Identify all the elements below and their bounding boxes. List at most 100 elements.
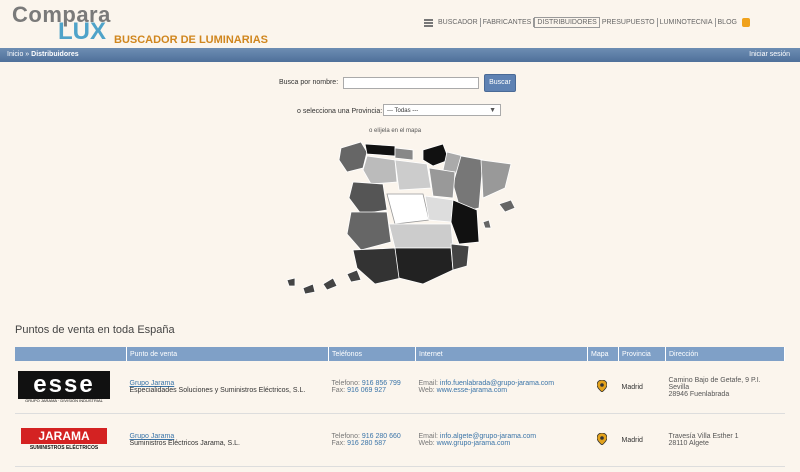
table-header-internet: Internet	[415, 347, 588, 361]
province-label: o selecciona una Provincia:	[297, 108, 383, 115]
fax-label: Fax:	[331, 440, 346, 447]
internet-cell: Email: info.fuenlabrada@grupo-jarama.com…	[415, 361, 588, 414]
esse-logo[interactable]: esse GRUPO JARAMA · DIVISIÓN INDUSTRIAL	[18, 371, 112, 403]
map-region-canary[interactable]	[286, 269, 362, 295]
search-button[interactable]: Buscar	[484, 74, 516, 92]
menu-icon[interactable]	[424, 18, 433, 27]
map-label: o elíjela en el mapa	[369, 128, 422, 134]
seller-cell: Grupo Jarama Especialidades Soluciones y…	[126, 361, 329, 414]
esse-logo-subtext: GRUPO JARAMA · DIVISIÓN INDUSTRIAL	[25, 398, 103, 403]
address-line-2: 28110 Algete	[668, 440, 709, 447]
section-title: Puntos de venta en toda España	[15, 324, 175, 336]
nav-distribuidores[interactable]: DISTRIBUIDORES	[534, 17, 600, 28]
nav-blog[interactable]: BLOG	[716, 18, 739, 27]
esse-logo-text: esse	[18, 371, 110, 399]
chevron-down-icon: ▼	[489, 107, 496, 114]
map-region-galicia[interactable]	[338, 141, 368, 173]
map-region-soria[interactable]	[428, 167, 456, 199]
address-cell: Camino Bajo de Getafe, 9 P.I. Sevilla 28…	[665, 361, 785, 414]
seller-name-link[interactable]: Grupo Jarama	[130, 433, 326, 440]
email-label: Email:	[418, 433, 438, 440]
table-header-direccion: Dirección	[665, 347, 785, 361]
nav-luminotecnia[interactable]: LUMINOTECNIA	[658, 18, 716, 27]
email-link[interactable]: info.fuenlabrada@grupo-jarama.com	[440, 380, 554, 387]
province-select[interactable]: --- Todas --- ▼	[383, 104, 501, 116]
email-link[interactable]: info.algete@grupo-jarama.com	[440, 433, 536, 440]
fax-label: Fax:	[331, 387, 346, 394]
logo-cell[interactable]: esse GRUPO JARAMA · DIVISIÓN INDUSTRIAL	[15, 361, 127, 414]
table-header-row: Punto de venta Teléfonos Internet Mapa P…	[15, 347, 785, 361]
seller-cell: Grupo Jarama Suministros Eléctricos Jara…	[126, 413, 329, 467]
map-region-guadalajara[interactable]	[424, 195, 454, 223]
web-link[interactable]: www.grupo-jarama.com	[437, 440, 511, 447]
map-cell	[587, 413, 619, 467]
map-region-burgos[interactable]	[394, 159, 432, 191]
map-region-extremadura[interactable]	[346, 211, 392, 251]
nav-buscador[interactable]: BUSCADOR	[436, 18, 481, 27]
province-cell: Madrid	[618, 413, 666, 467]
web-label: Web:	[418, 440, 435, 447]
login-link[interactable]: Iniciar sesión	[749, 51, 790, 58]
map-region-cantabria[interactable]	[394, 147, 414, 161]
address-line-1: Camino Bajo de Getafe, 9 P.I. Sevilla	[668, 376, 761, 391]
table-row[interactable]: esse GRUPO JARAMA · DIVISIÓN INDUSTRIAL …	[15, 361, 785, 414]
phone-cell: Telefono: 916 280 660 Fax: 916 280 587	[328, 413, 416, 467]
nav-presupuesto[interactable]: PRESUPUESTO	[600, 18, 658, 27]
seller-name-link[interactable]: Grupo Jarama	[130, 380, 326, 387]
logo-text-bottom[interactable]: LUX	[58, 18, 106, 46]
internet-cell: Email: info.algete@grupo-jarama.com Web:…	[415, 413, 588, 467]
fax-value: 916 069 927	[347, 387, 387, 394]
map-region-leon[interactable]	[362, 155, 398, 185]
distributors-table: Punto de venta Teléfonos Internet Mapa P…	[15, 347, 785, 467]
lock-icon[interactable]	[741, 18, 750, 27]
breadcrumb-current: Distribuidores	[31, 51, 79, 58]
web-link[interactable]: www.esse-jarama.com	[437, 387, 507, 394]
phone-label: Telefono:	[331, 380, 360, 387]
table-header-provincia: Provincia	[618, 347, 666, 361]
map-region-asturias[interactable]	[364, 143, 396, 157]
phone-value[interactable]: 916 856 799	[362, 380, 401, 387]
header: Compara LUX BUSCADOR DE LUMINARIAS BUSCA…	[0, 0, 800, 47]
province-cell: Madrid	[618, 361, 666, 414]
map-region-andalusia-east[interactable]	[394, 247, 454, 285]
table-header-punto: Punto de venta	[126, 347, 329, 361]
seller-desc: Suministros Eléctricos Jarama, S.L.	[129, 440, 240, 447]
breadcrumb-bar: Inicio » Distribuidores Iniciar sesión	[0, 48, 800, 62]
search-label: Busca por nombre:	[279, 79, 339, 86]
jarama-logo-subtext: SUMINISTROS ELÉCTRICOS	[29, 445, 99, 451]
phone-label: Telefono:	[331, 433, 360, 440]
logo-cell[interactable]: JARAMA SUMINISTROS ELÉCTRICOS	[15, 413, 127, 467]
table-header-logo	[15, 347, 127, 361]
map-region-salamanca[interactable]	[348, 181, 388, 215]
spain-map[interactable]	[283, 138, 523, 303]
table-header-mapa: Mapa	[587, 347, 619, 361]
nav-fabricantes[interactable]: FABRICANTES	[481, 18, 535, 27]
top-nav: BUSCADOR FABRICANTES DISTRIBUIDORES PRES…	[424, 17, 750, 28]
web-label: Web:	[418, 387, 435, 394]
map-region-balearic[interactable]	[482, 199, 516, 229]
breadcrumb-separator: »	[25, 51, 30, 58]
fax-value: 916 280 587	[347, 440, 387, 447]
address-cell: Travesía Villa Esther 1 28110 Algete	[665, 413, 785, 467]
jarama-logo-text: JARAMA	[21, 428, 107, 444]
table-row[interactable]: JARAMA SUMINISTROS ELÉCTRICOS Grupo Jara…	[15, 413, 785, 467]
jarama-logo[interactable]: JARAMA SUMINISTROS ELÉCTRICOS	[18, 424, 112, 456]
map-pin-icon[interactable]	[596, 432, 607, 446]
map-region-catalonia[interactable]	[480, 159, 512, 199]
map-region-murcia[interactable]	[450, 243, 470, 271]
province-select-value: --- Todas ---	[387, 108, 419, 114]
map-region-castilla-la-mancha[interactable]	[388, 223, 454, 249]
phone-cell: Telefono: 916 856 799 Fax: 916 069 927	[328, 361, 416, 414]
address-line-1: Travesía Villa Esther 1	[668, 433, 739, 440]
search-input[interactable]	[343, 77, 479, 89]
address-line-2: 28946 Fuenlabrada	[668, 390, 730, 398]
table-header-telefonos: Teléfonos	[328, 347, 416, 361]
map-pin-icon[interactable]	[596, 379, 607, 393]
breadcrumb-home[interactable]: Inicio	[7, 51, 23, 58]
map-cell	[587, 361, 619, 414]
breadcrumb: Inicio » Distribuidores	[7, 51, 79, 58]
phone-value[interactable]: 916 280 660	[362, 433, 401, 440]
seller-desc: Especialidades Soluciones y Suministros …	[129, 387, 306, 394]
map-region-madrid[interactable]	[386, 193, 430, 225]
logo-subtitle: BUSCADOR DE LUMINARIAS	[114, 34, 268, 46]
